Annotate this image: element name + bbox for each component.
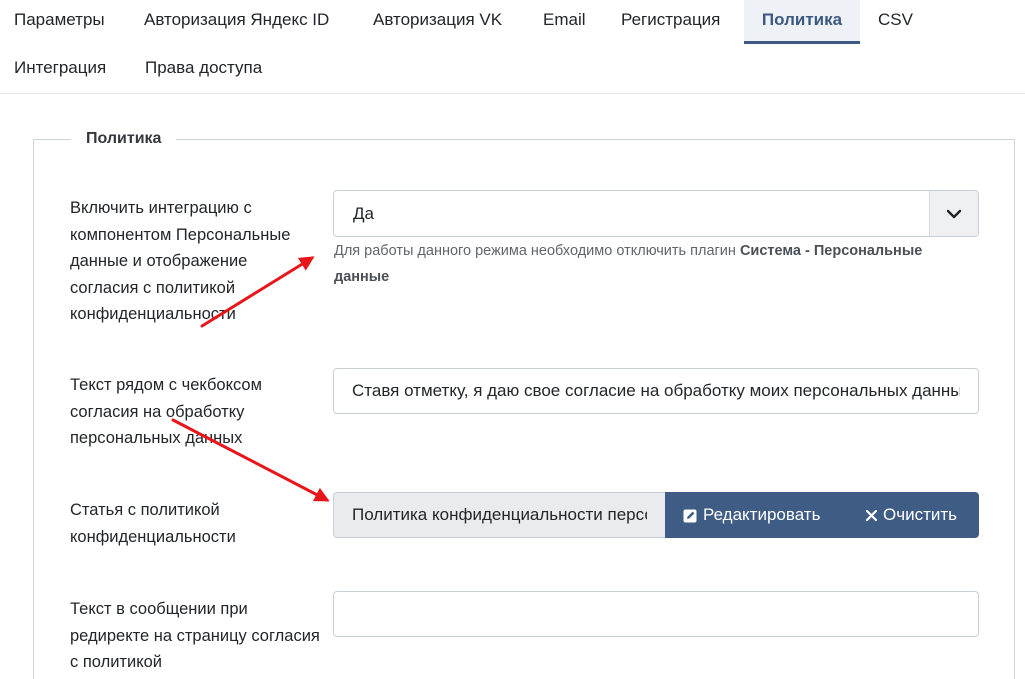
tab-bar: Параметры Авторизация Яндекс ID Авториза… <box>0 0 1025 94</box>
checkbox-text-value: Ставя отметку, я даю свое согласие на об… <box>352 381 960 400</box>
tab-access-rights[interactable]: Права доступа <box>145 48 262 92</box>
clear-article-label: Очистить <box>883 505 958 524</box>
integration-hint: Для работы данного режима необходимо отк… <box>334 238 974 290</box>
checkbox-text-input[interactable]: Ставя отметку, я даю свое согласие на об… <box>333 368 979 414</box>
integration-select-value: Да <box>353 204 374 223</box>
tab-auth-yandex[interactable]: Авторизация Яндекс ID <box>144 0 329 44</box>
tab-auth-vk[interactable]: Авторизация VK <box>373 0 502 44</box>
policy-article-value: Политика конфиденциальности персональных… <box>352 505 647 524</box>
close-icon <box>865 509 878 521</box>
tab-policy[interactable]: Политика <box>744 0 860 44</box>
fieldset-legend: Политика <box>71 127 177 151</box>
tab-email[interactable]: Email <box>543 0 586 44</box>
policy-article-field[interactable]: Политика конфиденциальности персональных… <box>333 492 665 538</box>
tab-integration[interactable]: Интеграция <box>14 48 106 92</box>
pencil-square-icon <box>683 509 697 522</box>
edit-article-button[interactable]: Редактировать <box>665 492 848 538</box>
integration-hint-text: Для работы данного режима необходимо отк… <box>334 243 736 259</box>
tab-csv[interactable]: CSV <box>878 0 913 44</box>
integration-select[interactable]: Да <box>333 190 979 237</box>
policy-article-label: Статья с политикой конфиденциальности <box>70 501 236 546</box>
clear-article-button[interactable]: Очистить <box>848 492 979 538</box>
chevron-down-icon[interactable] <box>929 191 978 236</box>
tab-registration[interactable]: Регистрация <box>621 0 720 44</box>
integration-label: Включить интеграцию с компонентом Персон… <box>70 199 291 323</box>
tab-parameters[interactable]: Параметры <box>14 0 105 44</box>
checkbox-text-label: Текст рядом с чекбоксом согласия на обра… <box>70 376 262 447</box>
redirect-text-input[interactable] <box>333 591 979 637</box>
edit-article-label: Редактировать <box>703 505 821 524</box>
